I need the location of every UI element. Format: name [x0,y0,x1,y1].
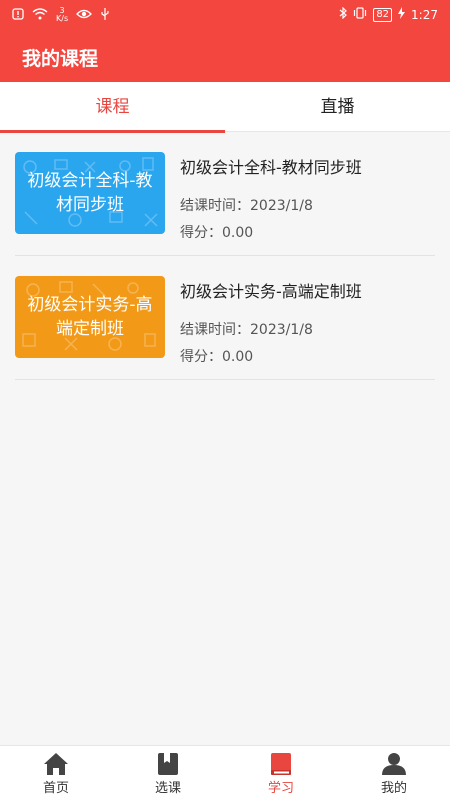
thumbnail-caption: 初级会计全科-教材同步班 [27,171,153,215]
net-speed: 3 K/s [56,7,68,23]
wifi-icon [32,7,48,23]
charging-icon [398,7,406,22]
usb-icon [100,7,110,23]
nav-course-select-label: 选课 [154,781,181,796]
vibrate-icon [353,7,367,22]
nav-mine[interactable]: 我的 [338,746,450,800]
nav-study[interactable]: 学习 [225,746,337,800]
end-date-value: 2023/1/8 [250,322,313,338]
score-label: 得分： [180,225,222,241]
end-date-label: 结课时间： [180,322,250,338]
course-info: 初级会计全科-教材同步班 结课时间：2023/1/8 得分：0.00 [180,154,435,242]
course-item[interactable]: 初级会计全科-教材同步班 初级会计全科-教材同步班 结课时间：2023/1/8 … [15,132,435,256]
course-thumbnail: 初级会计全科-教材同步班 [15,152,165,234]
course-end-date: 结课时间：2023/1/8 [180,319,435,339]
score-value: 0.00 [222,225,254,241]
course-score: 得分：0.00 [180,346,435,366]
nav-course-select[interactable]: 选课 [112,746,224,800]
page-title: 我的课程 [22,48,99,70]
thumbnail-caption: 初级会计实务-高端定制班 [27,295,153,339]
course-end-date: 结课时间：2023/1/8 [180,195,435,215]
clock-time: 1:27 [411,7,438,22]
score-value: 0.00 [222,349,254,365]
course-score: 得分：0.00 [180,222,435,242]
nav-study-label: 学习 [267,781,294,796]
tab-course[interactable]: 课程 [0,82,225,133]
course-list: 初级会计全科-教材同步班 初级会计全科-教材同步班 结课时间：2023/1/8 … [15,132,435,380]
net-speed-unit: K/s [56,14,69,23]
app-header: 3 K/s 82 1:27 我的课程 [0,0,450,82]
bottom-nav: 首页 选课 学习 我的 [0,745,450,800]
score-label: 得分： [180,349,222,365]
book-icon [271,753,291,775]
home-icon [44,753,68,775]
end-date-label: 结课时间： [180,198,250,214]
course-info: 初级会计实务-高端定制班 结课时间：2023/1/8 得分：0.00 [180,278,435,366]
course-item[interactable]: 初级会计实务-高端定制班 初级会计实务-高端定制班 结课时间：2023/1/8 … [15,256,435,380]
status-bar: 3 K/s 82 1:27 [0,0,450,32]
bookmark-icon [158,753,178,775]
nav-home-label: 首页 [42,781,69,796]
alert-icon [12,7,24,23]
tab-bar: 课程 直播 [0,82,450,133]
course-title: 初级会计全科-教材同步班 [180,158,362,177]
user-icon [382,753,406,775]
course-thumbnail: 初级会计实务-高端定制班 [15,276,165,358]
end-date-value: 2023/1/8 [250,198,313,214]
tab-live[interactable]: 直播 [225,82,450,132]
nav-home[interactable]: 首页 [0,746,112,800]
course-title: 初级会计实务-高端定制班 [180,282,362,301]
nav-mine-label: 我的 [380,781,407,796]
tab-live-label: 直播 [320,97,355,117]
eye-icon [76,8,93,23]
tab-course-label: 课程 [95,97,130,117]
battery-indicator: 82 [373,7,393,22]
bluetooth-icon [339,6,348,22]
